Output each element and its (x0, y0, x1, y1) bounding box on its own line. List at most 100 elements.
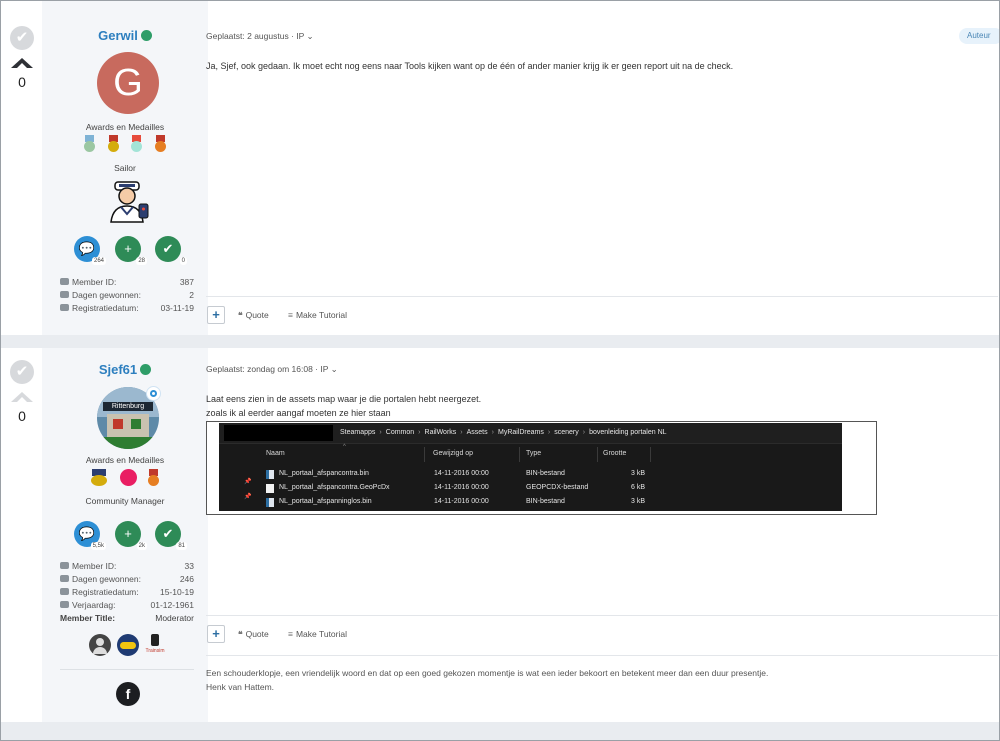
post-gerwil: ✔ 0 Gerwil G Awards en Medailles Sailor … (1, 1, 1000, 336)
registration-row: Registratiedatum: 03-11-19 (60, 303, 194, 316)
posts-count: 5,5k (90, 542, 106, 550)
solutions-count: 0 (179, 257, 187, 265)
quote-button[interactable]: ❝ Quote (238, 310, 269, 321)
vote-widget: ✔ 0 (9, 360, 35, 424)
medal-icon[interactable] (130, 135, 143, 152)
list-icon: ≡ (288, 629, 293, 639)
col-header-type: Type (526, 450, 542, 457)
avatar-sign-text: Rittenburg (103, 402, 153, 411)
user-plus-icon (60, 588, 69, 595)
make-tutorial-button[interactable]: ≡ Make Tutorial (288, 310, 347, 320)
train-badge-icon[interactable] (117, 634, 139, 656)
medal-icon[interactable] (107, 135, 120, 152)
medal-icon[interactable] (83, 135, 96, 152)
explorer-window: Steamapps › Common › RailWorks › Assets › MyRail… (219, 423, 842, 511)
chevron-down-icon[interactable]: ⌄ (307, 31, 314, 41)
file-row: NL_portaal_afspancontra.bin 14-11-2016 0… (219, 468, 842, 481)
col-header-size: Grootte (603, 450, 627, 457)
quote-button[interactable]: ❝ Quote (238, 629, 269, 640)
quote-icon: ❝ (238, 629, 243, 639)
reputation-icon[interactable]: +2k (115, 521, 147, 550)
sort-caret-icon: ^ (343, 444, 346, 450)
bin-file-icon (266, 470, 274, 479)
chevron-down-icon[interactable]: ⌄ (331, 364, 338, 374)
reputation-count: 28 (136, 257, 147, 265)
avatar[interactable]: G (97, 52, 159, 114)
online-status-icon (140, 364, 152, 375)
post-toolbar: + ❝ Quote ≡ Make Tutorial (206, 615, 998, 655)
make-tutorial-button[interactable]: ≡ Make Tutorial (288, 629, 347, 639)
medals-row (42, 469, 208, 491)
document-file-icon (266, 484, 274, 493)
signature-line-2: Henk van Hattem. (206, 682, 275, 692)
username-link[interactable]: Sjef61 (99, 362, 137, 377)
birthday-row: Verjaardag: 01-12-1961 (60, 600, 194, 613)
redacted-block (224, 425, 333, 441)
solutions-count: 81 (176, 542, 187, 550)
reputation-count: 2k (136, 542, 147, 550)
col-header-modified: Gewijzigd op (433, 450, 474, 457)
col-separator (424, 447, 425, 462)
post-sjef61: ✔ 0 Sjef61 Rittenburg Awards en Medaille… (1, 348, 999, 722)
author-sidebar: Sjef61 Rittenburg Awards en Medailles Co… (42, 348, 208, 722)
col-separator (597, 447, 598, 462)
file-row: NL_portaal_afspanninglos.bin 14-11-2016 … (219, 496, 842, 509)
signature-line-1: Een schouderklopje, een vriendelijk woor… (206, 668, 769, 678)
member-info: Member ID: 387 Dagen gewonnen: 2 Registrat… (60, 277, 194, 316)
signature-divider (206, 655, 998, 656)
posts-count: 264 (91, 257, 106, 265)
post-content: Ja, Sjef, ook gedaan. Ik moet echt nog e… (206, 61, 734, 71)
birthday-cake-icon (60, 601, 69, 608)
post-toolbar: + ❝ Quote ≡ Make Tutorial (206, 296, 998, 336)
vote-count: 0 (18, 408, 26, 424)
facebook-icon[interactable]: f (116, 682, 140, 706)
awards-label: Awards en Medailles (85, 455, 165, 465)
username-link[interactable]: Gerwil (98, 28, 138, 43)
posts-count-icon[interactable]: 💬 264 (74, 236, 106, 265)
medal-icon[interactable] (119, 469, 137, 486)
solution-check-icon[interactable]: ✔ (10, 360, 34, 384)
post-meta[interactable]: Geplaatst: 2 augustus · IP ⌄ (206, 31, 314, 42)
upvote-arrow-icon[interactable] (11, 392, 33, 403)
vote-count: 0 (18, 74, 26, 90)
medal-icon[interactable] (154, 135, 167, 152)
author-sidebar: Gerwil G Awards en Medailles Sailor 💬 264… (42, 1, 208, 335)
col-separator (519, 447, 520, 462)
reputation-icon[interactable]: +28 (115, 236, 147, 265)
solutions-icon[interactable]: ✔ 0 (155, 236, 187, 265)
rank-title: Community Manager (85, 496, 165, 506)
upvote-arrow-icon[interactable] (11, 58, 33, 69)
explorer-breadcrumb: Steamapps › Common › RailWorks › Assets › MyRail… (340, 429, 667, 436)
author-username[interactable]: Sjef61 (42, 362, 208, 377)
registration-row: Registratiedatum: 15-10-19 (60, 587, 194, 600)
trophy-icon (60, 291, 69, 298)
medal-icon[interactable] (90, 469, 108, 486)
author-badge: Auteur (959, 28, 1000, 44)
days-won-row: Dagen gewonnen: 2 (60, 290, 194, 303)
col-separator (650, 447, 651, 462)
sailor-rank-icon (110, 181, 149, 223)
solutions-icon[interactable]: ✔ 81 (155, 521, 187, 550)
bin-file-icon (266, 498, 274, 507)
signature: Een schouderklopje, een vriendelijk woor… (206, 666, 768, 694)
member-id-row: Member ID: 387 (60, 277, 194, 290)
post-content-line-1: Laat eens zien in de assets map waar je … (206, 394, 482, 404)
member-badge-avatar-icon[interactable] (89, 634, 111, 656)
vote-widget: ✔ 0 (9, 26, 35, 90)
solution-check-icon[interactable]: ✔ (10, 26, 34, 50)
multiquote-plus-button[interactable]: + (207, 625, 225, 643)
posts-count-icon[interactable]: 💬 5,5k (74, 521, 106, 550)
file-row: NL_portaal_afspancontra.GeoPcDx 14-11-20… (219, 482, 842, 495)
multiquote-plus-button[interactable]: + (207, 306, 225, 324)
medal-icon[interactable] (147, 469, 160, 486)
quote-icon: ❝ (238, 310, 243, 320)
list-icon: ≡ (288, 310, 293, 320)
rank-title: Sailor (114, 163, 136, 173)
awards-label: Awards en Medailles (85, 122, 165, 132)
explorer-screenshot[interactable]: Steamapps › Common › RailWorks › Assets › MyRail… (206, 421, 877, 515)
trainsim-badge-icon[interactable]: Trainsim (143, 632, 167, 658)
author-username[interactable]: Gerwil (42, 28, 208, 43)
medals-row (42, 135, 208, 157)
online-status-icon (140, 30, 152, 41)
post-meta[interactable]: Geplaatst: zondag om 16:08 · IP ⌄ (206, 364, 338, 375)
